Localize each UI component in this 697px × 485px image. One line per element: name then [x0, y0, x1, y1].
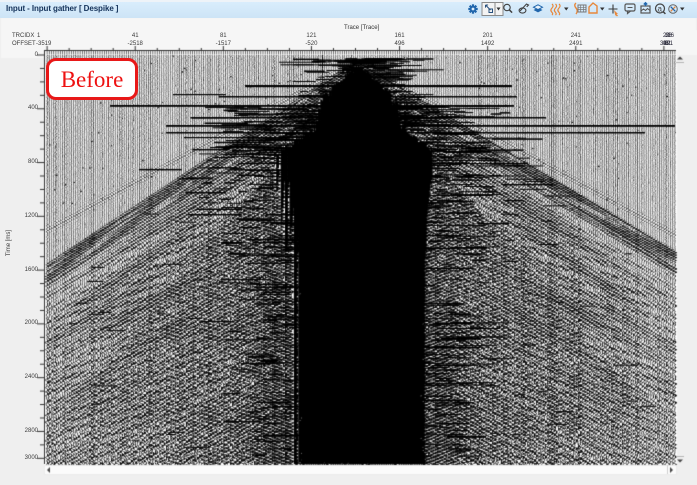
svg-text:a: a	[658, 4, 663, 13]
